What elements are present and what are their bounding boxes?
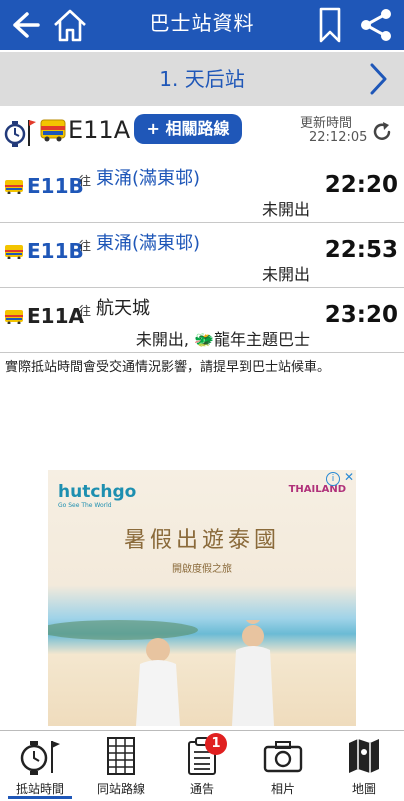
tab-label: 抵站時間 bbox=[15, 782, 64, 796]
update-time: 22:12:05 bbox=[309, 130, 368, 145]
related-routes-button[interactable]: + 相關路線 bbox=[134, 114, 242, 144]
eta-destination: 東涌(滿東邨) bbox=[96, 168, 201, 189]
bus-icon bbox=[5, 310, 23, 324]
share-icon bbox=[361, 9, 391, 41]
clock-icon bbox=[20, 741, 60, 775]
ad-headline: 暑假出遊泰國 bbox=[123, 528, 280, 553]
stop-name: 1. 天后站 bbox=[159, 67, 245, 91]
camera-icon bbox=[263, 741, 303, 773]
eta-row[interactable]: E11B 往 東涌(滿東邨) 未開出 22:20 bbox=[0, 158, 404, 223]
eta-time: 22:53 bbox=[324, 237, 398, 263]
tab-photos[interactable]: 相片 bbox=[243, 731, 323, 801]
direction-label: 往 bbox=[79, 239, 92, 253]
tab-notices[interactable]: 1 通告 bbox=[162, 731, 242, 801]
tab-label: 地圖 bbox=[351, 782, 376, 796]
eta-row[interactable]: E11B 往 東涌(滿東邨) 未開出 22:53 bbox=[0, 223, 404, 288]
bottom-tab-bar: 抵站時間 同站路線 1 通告 相片 地圖 bbox=[0, 730, 404, 801]
eta-destination: 東涌(滿東邨) bbox=[96, 233, 201, 254]
eta-destination: 航天城 bbox=[96, 298, 150, 319]
route-number: E11A bbox=[68, 116, 131, 144]
ad-info-icon[interactable]: i bbox=[326, 472, 340, 486]
ad-partner: THAILAND bbox=[288, 484, 346, 495]
bus-icon bbox=[5, 245, 23, 259]
active-tab-indicator bbox=[8, 796, 72, 799]
bus-icon bbox=[40, 119, 66, 142]
timetable-icon bbox=[107, 737, 135, 775]
ad-brand: hutchgo bbox=[58, 482, 137, 502]
stop-selector[interactable]: 1. 天后站 bbox=[0, 52, 404, 106]
ad-subline: 開啟度假之旅 bbox=[172, 564, 232, 575]
ad-brand-tagline: Go See The World bbox=[58, 502, 112, 509]
tab-map[interactable]: 地圖 bbox=[324, 731, 404, 801]
ad-photo bbox=[48, 620, 274, 726]
tab-label: 相片 bbox=[270, 782, 295, 796]
share-button[interactable] bbox=[354, 0, 398, 50]
map-icon bbox=[349, 739, 379, 773]
eta-status: 未開出, 🐲龍年主題巴士 bbox=[135, 330, 310, 349]
direction-label: 往 bbox=[79, 304, 92, 318]
tab-label: 同站路線 bbox=[96, 782, 145, 796]
top-app-bar: 巴士站資料 bbox=[0, 0, 404, 50]
tab-label: 通告 bbox=[189, 782, 214, 796]
eta-route: E11A bbox=[27, 304, 84, 328]
ad-banner[interactable]: hutchgo Go See The World THAILAND i ✕ 暑假… bbox=[48, 470, 356, 726]
update-time-label: 更新時間 bbox=[300, 116, 353, 131]
bookmark-icon bbox=[319, 7, 341, 43]
eta-row[interactable]: E11A 往 航天城 未開出, 🐲龍年主題巴士 23:20 bbox=[0, 288, 404, 353]
eta-time: 23:20 bbox=[324, 302, 398, 328]
refresh-icon[interactable] bbox=[370, 120, 394, 144]
tab-same-stop-routes[interactable]: 同站路線 bbox=[81, 731, 161, 801]
ad-close-icon[interactable]: ✕ bbox=[344, 470, 354, 484]
bus-icon bbox=[5, 180, 23, 194]
bookmark-button[interactable] bbox=[308, 0, 352, 50]
direction-label: 往 bbox=[79, 174, 92, 188]
eta-notice: 實際抵站時間會受交通情況影響，請提早到巴士站候車。 bbox=[5, 360, 331, 375]
tab-eta[interactable]: 抵站時間 bbox=[0, 731, 80, 801]
eta-route: E11B bbox=[27, 239, 84, 263]
eta-clock-icon bbox=[4, 120, 36, 147]
eta-status: 未開出 bbox=[261, 200, 310, 219]
eta-time: 22:20 bbox=[324, 172, 398, 198]
notification-badge: 1 bbox=[205, 733, 227, 755]
chevron-right-icon[interactable] bbox=[366, 61, 390, 97]
eta-status: 未開出 bbox=[261, 265, 310, 284]
eta-route: E11B bbox=[27, 174, 84, 198]
